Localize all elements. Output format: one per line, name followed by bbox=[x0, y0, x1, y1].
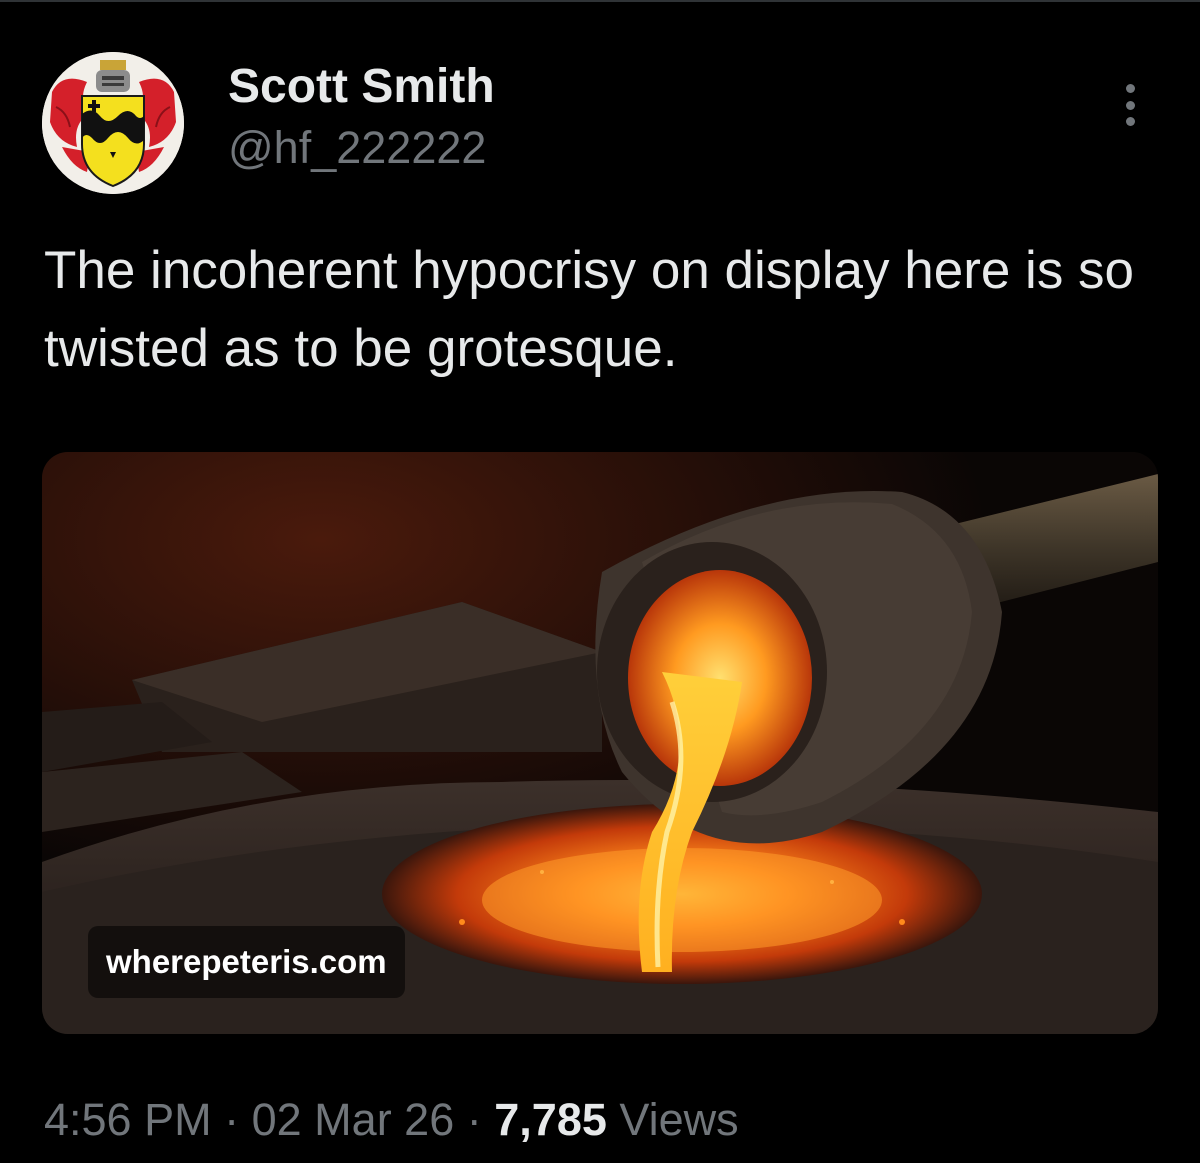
tweet-time[interactable]: 4:56 PM bbox=[44, 1094, 212, 1145]
link-domain-badge[interactable]: wherepeteris.com bbox=[88, 926, 405, 998]
views-count: 7,785 bbox=[494, 1094, 607, 1145]
top-divider bbox=[0, 0, 1200, 2]
author-handle[interactable]: @hf_222222 bbox=[228, 120, 486, 176]
more-options-button[interactable] bbox=[1108, 80, 1152, 130]
tweet-date[interactable]: 02 Mar 26 bbox=[252, 1094, 455, 1145]
more-vertical-icon bbox=[1125, 84, 1135, 93]
avatar[interactable] bbox=[42, 52, 184, 194]
more-vertical-icon-dot-3 bbox=[1125, 117, 1135, 126]
author-display-name[interactable]: Scott Smith bbox=[228, 58, 495, 116]
meta-separator-2: · bbox=[466, 1094, 482, 1145]
tweet-text: The incoherent hypocrisy on display here… bbox=[44, 241, 1135, 378]
meta-separator: · bbox=[224, 1094, 240, 1145]
tweet-meta-row: 4:56 PM · 02 Mar 26 · 7,785 Views bbox=[44, 1090, 739, 1150]
views-label: Views bbox=[619, 1094, 739, 1145]
coat-of-arms-icon bbox=[42, 52, 184, 194]
more-vertical-icon-dot-2 bbox=[1125, 100, 1135, 110]
